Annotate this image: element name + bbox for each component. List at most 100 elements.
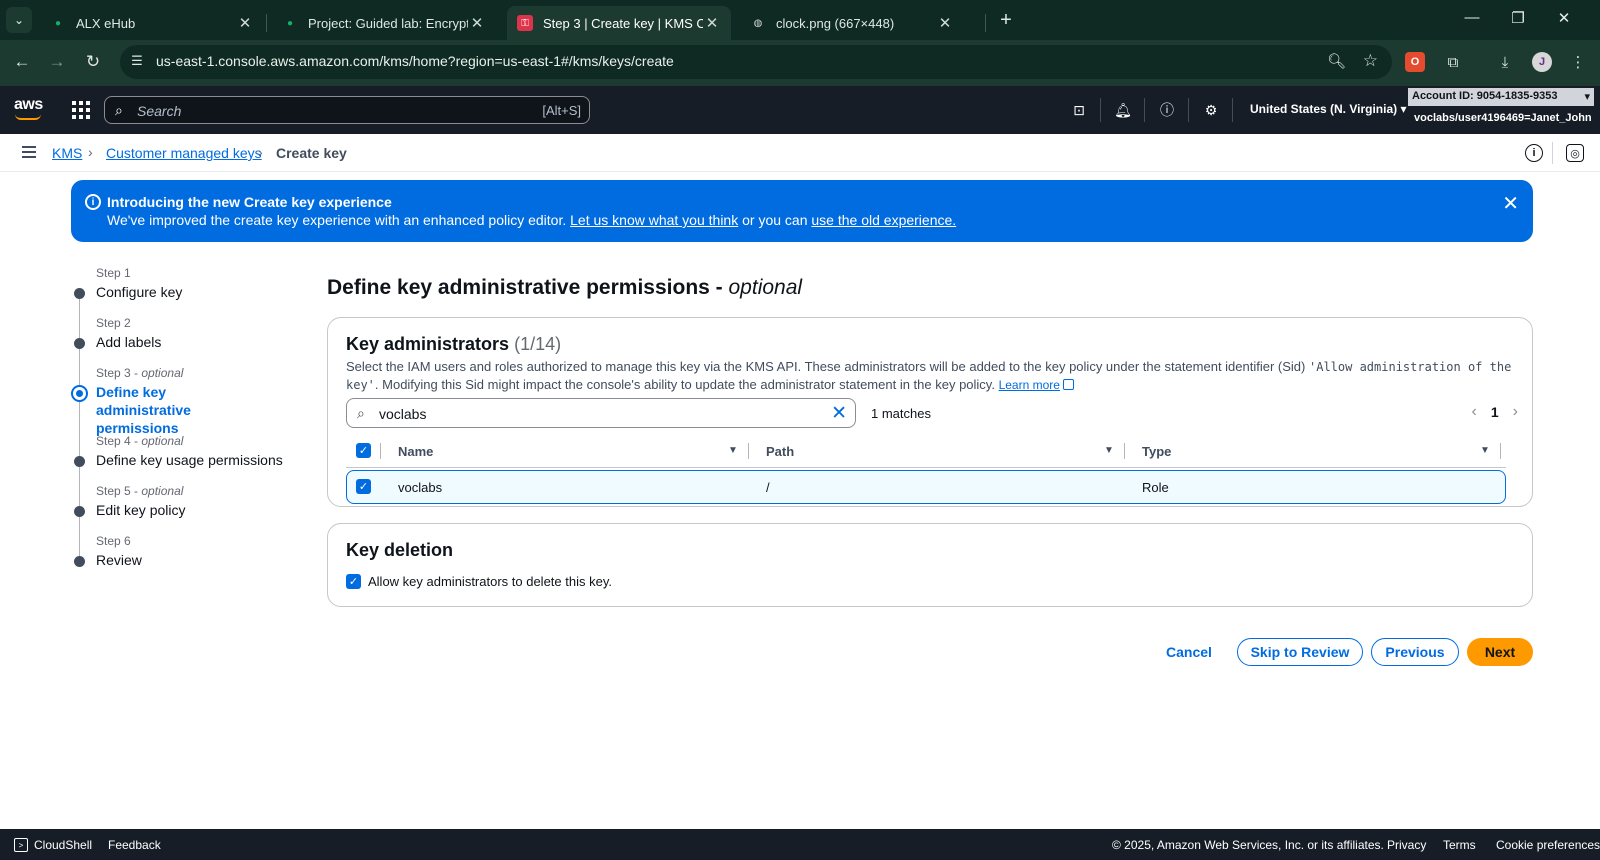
tab-title: clock.png (667×448) xyxy=(776,15,895,31)
learn-more-link[interactable]: Learn more xyxy=(999,378,1060,392)
step-title: Define key usage permissions xyxy=(96,452,283,468)
zoom-icon[interactable]: 🔍︎ xyxy=(1327,52,1346,70)
next-button[interactable]: Next xyxy=(1467,638,1533,666)
previous-button[interactable]: Previous xyxy=(1371,638,1459,666)
side-nav-menu-icon[interactable] xyxy=(22,146,36,158)
browser-tab-alx[interactable]: ● ALX eHub ✕ xyxy=(40,6,264,40)
allow-deletion-checkbox[interactable]: ✓ Allow key administrators to delete thi… xyxy=(346,574,612,589)
account-menu[interactable]: Account ID: 9054-1835-9353 ▾ xyxy=(1408,88,1594,106)
aws-top-navigation: aws ⌕ Search [Alt+S] ⊡ 🔔︎ ⓘ ⚙ United Sta… xyxy=(0,86,1600,134)
steps-connector xyxy=(79,292,80,562)
key-administrators-description: Select the IAM users and roles authorize… xyxy=(346,359,1512,392)
cookie-preferences-link[interactable]: Cookie preferences xyxy=(1496,838,1600,852)
chevron-right-icon: › xyxy=(88,144,93,160)
bookmark-star-icon[interactable]: ☆ xyxy=(1363,51,1378,71)
notifications-bell-icon[interactable]: 🔔︎ xyxy=(1113,100,1133,120)
cloudshell-icon[interactable]: > xyxy=(14,838,28,852)
tab-title: Step 3 | Create key | KMS Console xyxy=(543,15,703,31)
profile-avatar-icon[interactable]: J xyxy=(1532,52,1552,72)
sort-icon[interactable]: ▼ xyxy=(1104,445,1114,456)
nav-divider xyxy=(1188,98,1189,122)
tools-panel-icon[interactable]: ◎ xyxy=(1566,144,1584,162)
site-info-icon[interactable]: ☰ xyxy=(128,53,146,71)
old-experience-link[interactable]: use the old experience. xyxy=(811,212,956,228)
close-tab-icon[interactable]: ✕ xyxy=(936,14,954,32)
privacy-link[interactable]: Privacy xyxy=(1387,838,1426,852)
row-checkbox[interactable]: ✓ xyxy=(356,479,371,494)
extension-red-icon[interactable]: O xyxy=(1405,52,1425,72)
step-number: Step 4 - optional xyxy=(96,434,184,448)
step-status-dot xyxy=(74,556,85,567)
step-number: Step 2 xyxy=(96,316,131,330)
previous-page-icon[interactable]: ‹ xyxy=(1472,403,1477,421)
step-status-dot xyxy=(74,506,85,517)
clear-filter-icon[interactable]: ✕ xyxy=(831,402,847,425)
user-identity[interactable]: voclabs/user4196469=Janet_John xyxy=(1414,112,1592,124)
matches-count: 1 matches xyxy=(871,406,931,421)
nav-divider xyxy=(1232,98,1233,122)
column-divider[interactable] xyxy=(1500,443,1501,459)
row-type: Role xyxy=(1142,480,1169,495)
feedback-link[interactable]: Feedback xyxy=(108,838,161,852)
info-icon: i xyxy=(85,194,101,210)
aws-logo[interactable]: aws xyxy=(14,96,44,124)
browser-menu-icon[interactable]: ⋮ xyxy=(1568,52,1588,72)
cancel-button[interactable]: Cancel xyxy=(1160,638,1218,666)
project-favicon-icon: ● xyxy=(286,17,294,29)
extensions-puzzle-icon[interactable]: ⧉ xyxy=(1443,52,1463,72)
column-header-type[interactable]: Type xyxy=(1142,444,1171,459)
filter-input[interactable]: ⌕ voclabs ✕ xyxy=(346,398,856,428)
help-icon[interactable]: ⓘ xyxy=(1157,100,1177,120)
global-search-input[interactable]: ⌕ Search [Alt+S] xyxy=(104,96,590,124)
tab-title: Project: Guided lab: Encrypting xyxy=(308,15,468,31)
browser-tab-project[interactable]: ● Project: Guided lab: Encrypting ✕ xyxy=(272,6,496,40)
browser-tab-clock[interactable]: ◍ clock.png (667×448) ✕ xyxy=(740,6,964,40)
chevron-down-icon: ▾ xyxy=(1584,91,1590,103)
window-close-icon[interactable]: ✕ xyxy=(1554,9,1574,27)
divider xyxy=(1552,142,1553,164)
column-header-name[interactable]: Name xyxy=(398,444,433,459)
console-footer: > CloudShell Feedback © 2025, Amazon Web… xyxy=(0,829,1600,860)
row-path: / xyxy=(766,480,770,495)
column-header-path[interactable]: Path xyxy=(766,444,794,459)
minimize-icon[interactable]: — xyxy=(1462,9,1482,26)
column-divider[interactable] xyxy=(1124,443,1125,459)
feedback-link[interactable]: Let us know what you think xyxy=(570,212,738,228)
select-all-checkbox[interactable]: ✓ xyxy=(356,443,371,458)
close-tab-icon[interactable]: ✕ xyxy=(236,14,254,32)
sort-icon[interactable]: ▼ xyxy=(1480,445,1490,456)
breadcrumb-kms[interactable]: KMS xyxy=(52,145,82,161)
tab-search-icon[interactable]: ⌄ xyxy=(6,7,32,33)
forward-arrow-icon[interactable]: → xyxy=(46,52,68,72)
breadcrumb-customer-managed-keys[interactable]: Customer managed keys xyxy=(106,145,262,161)
column-divider[interactable] xyxy=(748,443,749,459)
region-selector[interactable]: United States (N. Virginia) ▾ xyxy=(1250,102,1407,116)
address-bar[interactable]: ☰ us-east-1.console.aws.amazon.com/kms/h… xyxy=(120,45,1392,79)
browser-tab-kms[interactable]: ⚿ Step 3 | Create key | KMS Console ✕ xyxy=(507,6,731,40)
close-icon[interactable]: ✕ xyxy=(1502,191,1519,216)
next-page-icon[interactable]: › xyxy=(1513,403,1518,421)
skip-to-review-button[interactable]: Skip to Review xyxy=(1237,638,1363,666)
restore-icon[interactable]: ❐ xyxy=(1508,9,1528,27)
reload-icon[interactable]: ↻ xyxy=(82,52,104,72)
download-icon[interactable]: ⤓ xyxy=(1495,52,1515,72)
back-arrow-icon[interactable]: ← xyxy=(11,52,33,72)
sort-icon[interactable]: ▼ xyxy=(728,445,738,456)
current-page[interactable]: 1 xyxy=(1491,404,1499,420)
settings-gear-icon[interactable]: ⚙ xyxy=(1201,100,1221,120)
cloudshell-link[interactable]: CloudShell xyxy=(34,838,92,852)
table-row[interactable]: ✓ voclabs / Role xyxy=(346,470,1506,504)
search-shortcut-hint: [Alt+S] xyxy=(542,103,581,118)
info-panel-icon[interactable]: i xyxy=(1525,144,1543,162)
account-id: Account ID: 9054-1835-9353 xyxy=(1412,90,1558,102)
step-title: Add labels xyxy=(96,334,162,350)
search-placeholder: Search xyxy=(137,103,182,119)
terms-link[interactable]: Terms xyxy=(1443,838,1476,852)
close-tab-icon[interactable]: ✕ xyxy=(703,14,721,32)
close-tab-icon[interactable]: ✕ xyxy=(468,14,486,32)
cloudshell-terminal-icon[interactable]: ⊡ xyxy=(1069,100,1089,120)
external-link-icon[interactable] xyxy=(1062,379,1074,390)
checkbox-checked-icon[interactable]: ✓ xyxy=(346,574,361,589)
new-tab-plus-icon[interactable]: + xyxy=(995,9,1017,32)
services-grid-icon[interactable] xyxy=(72,101,90,119)
